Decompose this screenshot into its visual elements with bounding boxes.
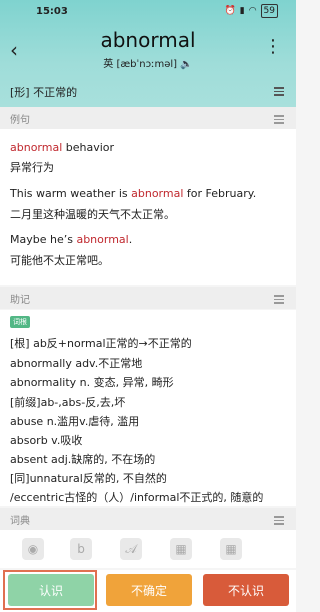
phonetic[interactable]: 英 [æbˈnɔːməl] 🔈 <box>0 55 296 70</box>
mnemonic-line: absent adj.缺席的, 不在场的 <box>10 453 156 466</box>
example-en-text: This warm weather is <box>10 187 132 200</box>
examples-panel: abnormal behavior 异常行为 This warm weather… <box>0 129 296 285</box>
mnemonic-section-header: 助记 <box>0 287 296 309</box>
part-of-speech-row: [形] 不正常的 <box>0 78 296 107</box>
example-keyword: abnormal <box>131 187 184 200</box>
unsure-button[interactable]: 不确定 <box>106 574 192 606</box>
example-en: Maybe he’s abnormal. <box>10 233 132 246</box>
dictionary-section-header: 词典 <box>0 508 296 530</box>
mnemonic-line: abnormality n. 变态, 异常, 畸形 <box>10 376 174 389</box>
example-en-text: for February. <box>183 187 257 200</box>
dictionary-icons: ◉ b 𝒜 ▦ ▦ <box>0 530 296 568</box>
qr-icon[interactable]: ▦ <box>220 538 242 560</box>
speaker-icon[interactable]: 🔈 <box>180 59 192 70</box>
mnemonic-line: [同]unnatural反常的, 不自然的 <box>10 472 167 485</box>
menu-lines-icon[interactable] <box>274 295 284 306</box>
example-en: This warm weather is abnormal for Februa… <box>10 187 256 200</box>
mnemonic-line: abnormally adv.不正常地 <box>10 357 143 370</box>
mnemonic-panel: 词根 [根] ab反+normal正常的→不正常的 abnormally adv… <box>0 310 296 506</box>
status-bar: 15:03 ⏰ ▮ ◠ 59 <box>0 0 296 22</box>
word-title: abnormal <box>100 28 196 52</box>
example-en: abnormal behavior <box>10 141 114 154</box>
word-header: 15:03 ⏰ ▮ ◠ 59 ‹ abnormal 英 [æbˈnɔːməl] … <box>0 0 296 107</box>
owl-icon[interactable]: ◉ <box>22 538 44 560</box>
mnemonic-line: absorb v.吸收 <box>10 434 83 447</box>
signal-icon: ▮ <box>239 6 245 16</box>
qr-icon[interactable]: ▦ <box>170 538 192 560</box>
know-button[interactable]: 认识 <box>8 574 94 606</box>
bing-icon[interactable]: b <box>70 538 92 560</box>
phonetic-text: 英 [æbˈnɔːməl] <box>103 59 178 70</box>
script-a-icon[interactable]: 𝒜 <box>120 538 142 560</box>
example-zh: 异常行为 <box>10 161 54 174</box>
mnemonic-line: /eccentric古怪的（人）/informal不正式的, 随意的 <box>10 491 264 504</box>
root-tag: 词根 <box>10 316 30 328</box>
alarm-icon: ⏰ <box>224 6 236 16</box>
more-icon[interactable]: ⋮ <box>264 36 282 57</box>
mnemonic-line: [前缀]ab-,abs-反,去,坏 <box>10 396 126 409</box>
status-time: 15:03 <box>36 6 68 17</box>
example-en-text: Maybe he’s <box>10 233 77 246</box>
example-keyword: abnormal <box>76 233 129 246</box>
wifi-icon: ◠ <box>248 6 257 16</box>
example-zh: 二月里这种温暖的天气不太正常。 <box>10 208 175 221</box>
menu-lines-icon[interactable] <box>274 115 284 126</box>
example-en-text: . <box>128 233 133 246</box>
examples-section-header: 例句 <box>0 107 296 129</box>
example-en-text: behavior <box>62 141 115 154</box>
dictionary-title: 词典 <box>10 516 30 527</box>
mnemonic-line: [根] ab反+normal正常的→不正常的 <box>10 337 192 350</box>
menu-lines-icon[interactable] <box>274 87 284 98</box>
examples-title: 例句 <box>10 115 30 126</box>
mnemonic-line: abuse n.滥用v.虐待, 滥用 <box>10 415 140 428</box>
example-zh: 可能他不太正常吧。 <box>10 254 109 267</box>
part-of-speech: [形] 不正常的 <box>10 86 78 99</box>
action-bar: 认识 不确定 不认识 <box>0 570 296 612</box>
example-keyword: abnormal <box>10 141 63 154</box>
unknown-button[interactable]: 不认识 <box>203 574 289 606</box>
status-icons: ⏰ ▮ ◠ 59 <box>225 4 278 18</box>
mnemonic-title: 助记 <box>10 295 30 306</box>
menu-lines-icon[interactable] <box>274 516 284 527</box>
battery-icon: 59 <box>260 4 278 18</box>
